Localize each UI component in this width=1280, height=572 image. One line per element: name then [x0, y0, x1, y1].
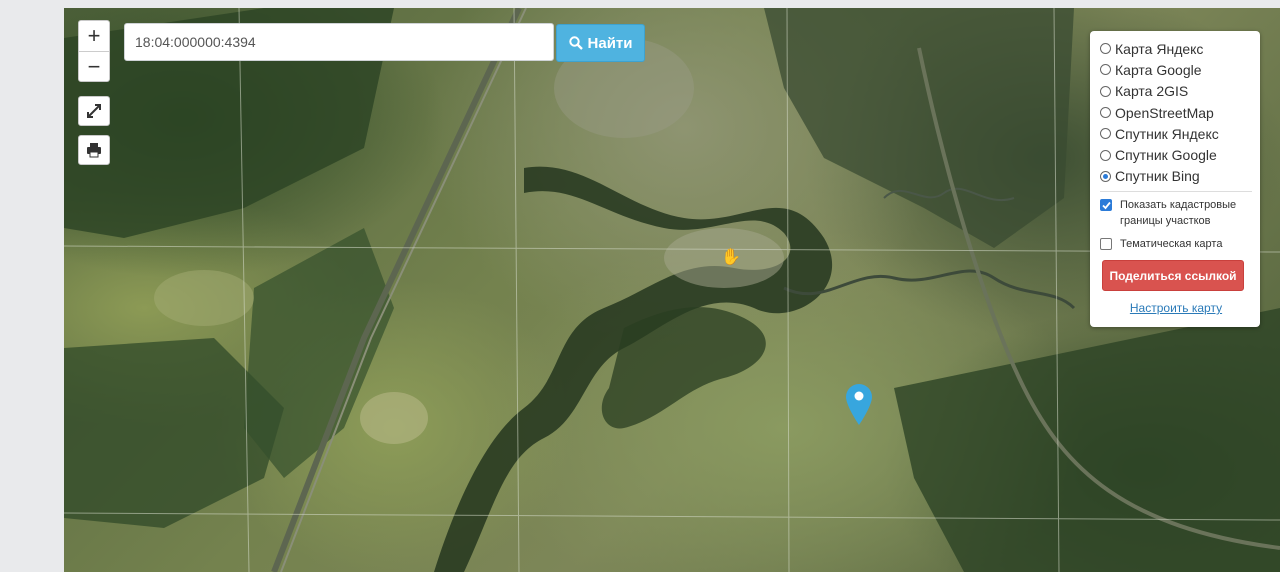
radio-icon[interactable]	[1100, 85, 1111, 97]
layer-option-label: Карта 2GIS	[1115, 83, 1189, 100]
find-button[interactable]: Найти	[556, 24, 645, 62]
layer-option-yandex-satellite[interactable]: Спутник Яндекс	[1100, 123, 1252, 144]
print-button[interactable]	[78, 135, 110, 165]
radio-selected-icon[interactable]	[1100, 170, 1111, 182]
layer-option-openstreetmap[interactable]: OpenStreetMap	[1100, 102, 1252, 123]
printer-icon	[87, 143, 101, 158]
checkmark-icon	[1101, 201, 1111, 209]
share-link-button[interactable]: Поделиться ссылкой	[1102, 260, 1244, 292]
cadastral-number-input[interactable]: 18:04:000000:4394	[124, 23, 554, 61]
layer-option-label: Спутник Bing	[1115, 168, 1200, 185]
layer-option-label: Карта Яндекс	[1115, 40, 1204, 57]
layer-option-label: Спутник Google	[1115, 147, 1217, 164]
search-icon	[568, 36, 583, 50]
map-pin-icon	[846, 384, 872, 425]
layer-option-bing-satellite[interactable]: Спутник Bing	[1100, 166, 1252, 187]
checkbox-checked[interactable]	[1100, 199, 1112, 212]
radio-icon[interactable]	[1100, 64, 1111, 76]
cadastral-borders-option[interactable]: Показать кадастровые границы участков	[1100, 197, 1252, 229]
radio-icon[interactable]	[1100, 107, 1111, 119]
zoom-in-button[interactable]: +	[79, 21, 109, 51]
radio-icon[interactable]	[1100, 43, 1111, 55]
layer-option-label: OpenStreetMap	[1115, 104, 1214, 121]
cadastral-borders-label: Показать кадастровые границы участков	[1120, 199, 1237, 228]
expand-icon	[87, 104, 101, 118]
thematic-map-option[interactable]: Тематическая карта	[1100, 236, 1252, 252]
layer-option-google-map[interactable]: Карта Google	[1100, 59, 1252, 80]
layer-option-google-satellite[interactable]: Спутник Google	[1100, 144, 1252, 165]
hand-cursor-icon: ✋	[721, 249, 741, 266]
radio-icon[interactable]	[1100, 149, 1111, 161]
thematic-map-label: Тематическая карта	[1120, 238, 1223, 251]
zoom-control: + −	[78, 20, 110, 82]
layer-switcher-panel: Карта Яндекс Карта Google Карта 2GIS Ope…	[1090, 31, 1260, 327]
divider	[1100, 191, 1252, 193]
fullscreen-button[interactable]	[78, 96, 110, 126]
layer-option-label: Карта Google	[1115, 61, 1202, 78]
zoom-out-button[interactable]: −	[79, 51, 109, 81]
layer-option-yandex-map[interactable]: Карта Яндекс	[1100, 38, 1252, 59]
checkbox-unchecked[interactable]	[1100, 238, 1112, 251]
layer-option-2gis-map[interactable]: Карта 2GIS	[1100, 81, 1252, 102]
layer-option-label: Спутник Яндекс	[1115, 125, 1219, 142]
find-button-label: Найти	[587, 34, 633, 52]
location-marker[interactable]	[845, 384, 873, 426]
configure-map-link[interactable]: Настроить карту	[1100, 301, 1252, 315]
radio-icon[interactable]	[1100, 128, 1111, 140]
